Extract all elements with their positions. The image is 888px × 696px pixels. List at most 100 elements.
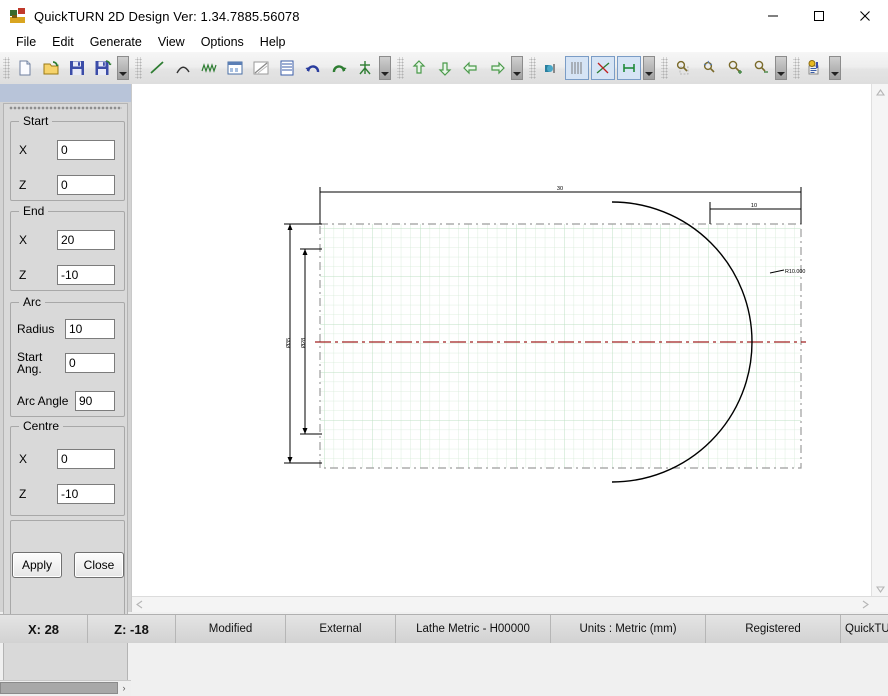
end-x-input[interactable] — [57, 230, 115, 250]
new-document-icon[interactable] — [13, 56, 37, 80]
start-x-input[interactable] — [57, 140, 115, 160]
dimension-icon[interactable] — [617, 56, 641, 80]
toolbar-group-post — [790, 53, 844, 83]
drawing-viewport[interactable]: R10.000 30 10 — [132, 84, 859, 597]
taper-icon[interactable] — [249, 56, 273, 80]
arc-start-angle-label: Start Ang. — [17, 351, 65, 375]
minimize-icon[interactable] — [750, 0, 796, 32]
status-x-coordinate: X: 28 — [0, 615, 88, 643]
menu-item-edit[interactable]: Edit — [44, 33, 82, 51]
toolbar-overflow-file[interactable] — [117, 56, 129, 80]
menu-item-file[interactable]: File — [8, 33, 44, 51]
zoom-window-icon[interactable] — [671, 56, 695, 80]
arrow-up-icon[interactable] — [407, 56, 431, 80]
line-icon[interactable] — [145, 56, 169, 80]
toolbar-overflow-view[interactable] — [643, 56, 655, 80]
toolbar-grip[interactable] — [529, 57, 536, 79]
menu-bar: File Edit Generate View Options Help — [0, 32, 888, 52]
canvas-horizontal-scrollbar[interactable] — [132, 596, 888, 612]
status-z-coordinate: Z: -18 — [88, 615, 176, 643]
groove-icon[interactable] — [223, 56, 247, 80]
end-z-input[interactable] — [57, 265, 115, 285]
parameter-panel: Start X Z End X Z — [0, 84, 131, 612]
canvas-vertical-scrollbar[interactable] — [871, 84, 888, 597]
scroll-right-arrow[interactable] — [858, 597, 873, 612]
arc-radius-input[interactable] — [65, 319, 115, 339]
close-icon[interactable] — [842, 0, 888, 32]
group-end: End X Z — [10, 204, 125, 291]
toolbar-grip[interactable] — [793, 57, 800, 79]
panel-drag-grip[interactable] — [9, 106, 122, 110]
chuck-icon[interactable] — [539, 56, 563, 80]
arc-angle-input[interactable] — [75, 391, 115, 411]
toolbar-overflow-post[interactable] — [829, 56, 841, 80]
thread-icon[interactable] — [197, 56, 221, 80]
toolbar-overflow-draw[interactable] — [379, 56, 391, 80]
menu-item-help[interactable]: Help — [252, 33, 294, 51]
toolbar — [0, 52, 888, 85]
zoom-in-icon[interactable] — [723, 56, 747, 80]
toolbar-group-zoom — [658, 53, 790, 83]
axes-icon[interactable] — [591, 56, 615, 80]
status-bar: X: 28 Z: -18 Modified External Lathe Met… — [0, 614, 888, 643]
group-centre-legend: Centre — [19, 419, 63, 433]
panel-scroll-right-arrow[interactable]: › — [118, 682, 130, 694]
status-units: Units : Metric (mm) — [551, 615, 706, 643]
undo-icon[interactable] — [301, 56, 325, 80]
arc-icon[interactable] — [171, 56, 195, 80]
toolbar-group-view — [526, 53, 658, 83]
arc-radius-label: Radius — [17, 322, 65, 336]
grid-icon[interactable] — [565, 56, 589, 80]
arrow-right-icon[interactable] — [485, 56, 509, 80]
tool-icon[interactable] — [353, 56, 377, 80]
table-icon[interactable] — [275, 56, 299, 80]
scroll-up-arrow[interactable] — [872, 84, 888, 100]
start-x-label: X — [19, 143, 57, 157]
zoom-extents-icon[interactable] — [697, 56, 721, 80]
open-folder-icon[interactable] — [39, 56, 63, 80]
menu-item-options[interactable]: Options — [193, 33, 252, 51]
menu-item-view[interactable]: View — [150, 33, 193, 51]
save-as-icon[interactable] — [91, 56, 115, 80]
panel-body: Start X Z End X Z — [3, 103, 128, 693]
toolbar-overflow-nav[interactable] — [511, 56, 523, 80]
dimension-inner-diameter-text: Ø28 — [301, 338, 307, 349]
toolbar-grip[interactable] — [135, 57, 142, 79]
group-centre: Centre X Z — [10, 419, 125, 516]
scroll-left-arrow[interactable] — [132, 597, 147, 612]
dimension-top: 30 — [320, 186, 801, 224]
dimension-right: 10 — [710, 202, 801, 224]
title-bar: QuickTURN 2D Design Ver: 1.34.7885.56078 — [0, 0, 888, 32]
scroll-down-arrow[interactable] — [872, 581, 888, 597]
toolbar-overflow-zoom[interactable] — [775, 56, 787, 80]
status-file-name: QuickTURN_I — [841, 615, 888, 643]
redo-icon[interactable] — [327, 56, 351, 80]
toolbar-group-nav — [394, 53, 526, 83]
arc-start-angle-input[interactable] — [65, 353, 115, 373]
close-button[interactable]: Close — [74, 552, 124, 578]
centre-z-input[interactable] — [57, 484, 115, 504]
centre-x-input[interactable] — [57, 449, 115, 469]
panel-horizontal-scrollbar[interactable]: › — [0, 680, 131, 696]
group-arc: Arc Radius Start Ang. Arc Angle — [10, 295, 125, 417]
group-end-legend: End — [19, 204, 48, 218]
zoom-out-icon[interactable] — [749, 56, 773, 80]
toolbar-grip[interactable] — [3, 57, 10, 79]
start-z-input[interactable] — [57, 175, 115, 195]
end-z-label: Z — [19, 268, 57, 282]
toolbar-grip[interactable] — [661, 57, 668, 79]
maximize-icon[interactable] — [796, 0, 842, 32]
dimension-outer-diameter-text: Ø35 — [286, 338, 292, 349]
generate-code-icon[interactable] — [803, 56, 827, 80]
arrow-down-icon[interactable] — [433, 56, 457, 80]
group-start: Start X Z — [10, 114, 125, 201]
arrow-left-icon[interactable] — [459, 56, 483, 80]
apply-button[interactable]: Apply — [12, 552, 62, 578]
panel-header — [0, 84, 131, 102]
panel-scroll-thumb[interactable] — [0, 682, 118, 694]
centre-x-label: X — [19, 452, 57, 466]
toolbar-grip[interactable] — [397, 57, 404, 79]
menu-item-generate[interactable]: Generate — [82, 33, 150, 51]
save-icon[interactable] — [65, 56, 89, 80]
dimension-right-text: 10 — [751, 203, 757, 209]
